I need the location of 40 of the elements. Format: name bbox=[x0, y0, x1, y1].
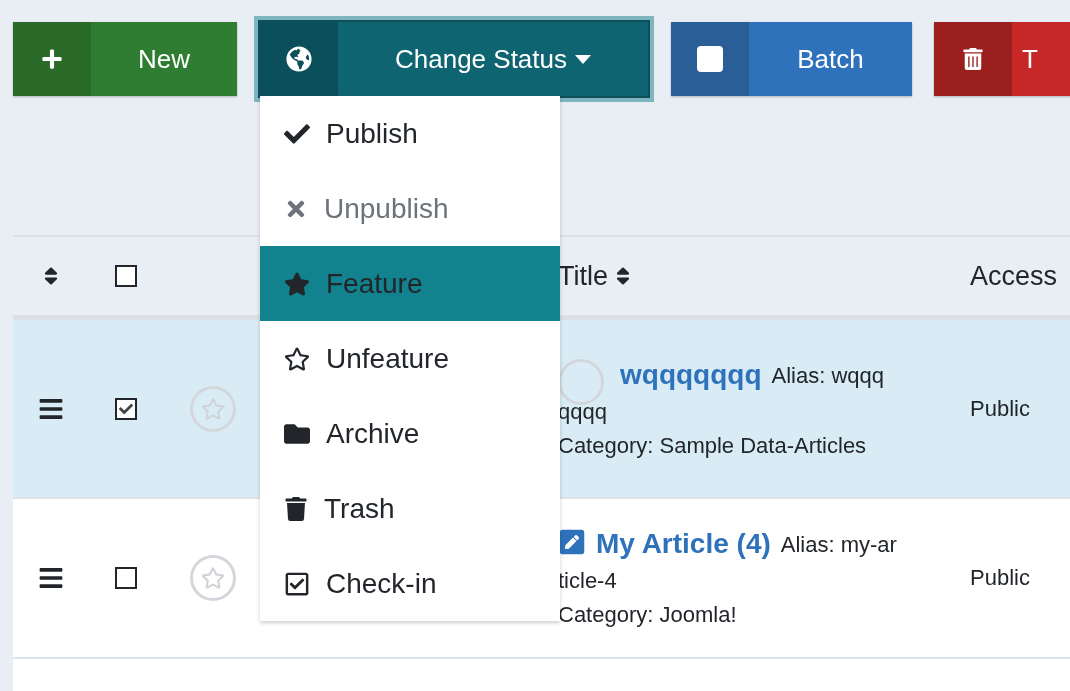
plus-icon bbox=[41, 48, 63, 70]
batch-button[interactable]: Batch bbox=[671, 22, 912, 96]
edit-icon bbox=[558, 528, 586, 556]
menu-item[interactable]: Archive bbox=[260, 396, 560, 471]
category-text: Category: Joomla! bbox=[558, 602, 738, 628]
caret-icon bbox=[575, 54, 591, 64]
access-text: Public bbox=[970, 565, 1030, 591]
globe-icon bbox=[286, 46, 312, 72]
alias-text: Alias: wqqq bbox=[771, 362, 885, 389]
trash-button[interactable]: T bbox=[934, 22, 1070, 96]
star-outline-icon bbox=[284, 345, 310, 372]
menu-item[interactable]: Publish bbox=[260, 96, 560, 171]
menu-item[interactable]: Check-in bbox=[260, 546, 560, 621]
column-header[interactable]: Title bbox=[558, 260, 608, 292]
star-outline-icon bbox=[201, 396, 225, 421]
row-checkbox[interactable] bbox=[114, 397, 137, 420]
access-text: Public bbox=[970, 395, 1030, 422]
featured-toggle[interactable] bbox=[190, 555, 236, 601]
article-title-link[interactable]: My Article (4) bbox=[596, 528, 771, 560]
menu-item[interactable]: Unfeature bbox=[260, 321, 560, 396]
trash-icon bbox=[962, 48, 984, 70]
select-all-checkbox[interactable] bbox=[114, 265, 137, 287]
checkbox-icon bbox=[284, 570, 310, 597]
alias-text: ticle-4 bbox=[558, 568, 618, 594]
star-outline-icon bbox=[201, 566, 225, 590]
trash-icon bbox=[284, 496, 308, 521]
alias-text: Alias: my-ar bbox=[780, 532, 897, 558]
star-icon bbox=[284, 270, 310, 297]
check-icon bbox=[118, 401, 133, 416]
featured-toggle[interactable] bbox=[190, 385, 236, 432]
category-text: Category: Sample Data-Articles bbox=[558, 432, 868, 459]
drag-handle-icon[interactable] bbox=[37, 565, 64, 591]
status-circle bbox=[558, 358, 604, 405]
square-icon bbox=[697, 46, 723, 72]
column-header[interactable]: Access bbox=[970, 260, 1058, 292]
article-title-link[interactable]: wqqqqqqq bbox=[620, 358, 762, 391]
alias-text: qqqq bbox=[558, 398, 608, 425]
row-checkbox[interactable] bbox=[114, 567, 137, 589]
menu-item[interactable]: Trash bbox=[260, 471, 560, 546]
new-button[interactable]: New bbox=[13, 22, 237, 96]
